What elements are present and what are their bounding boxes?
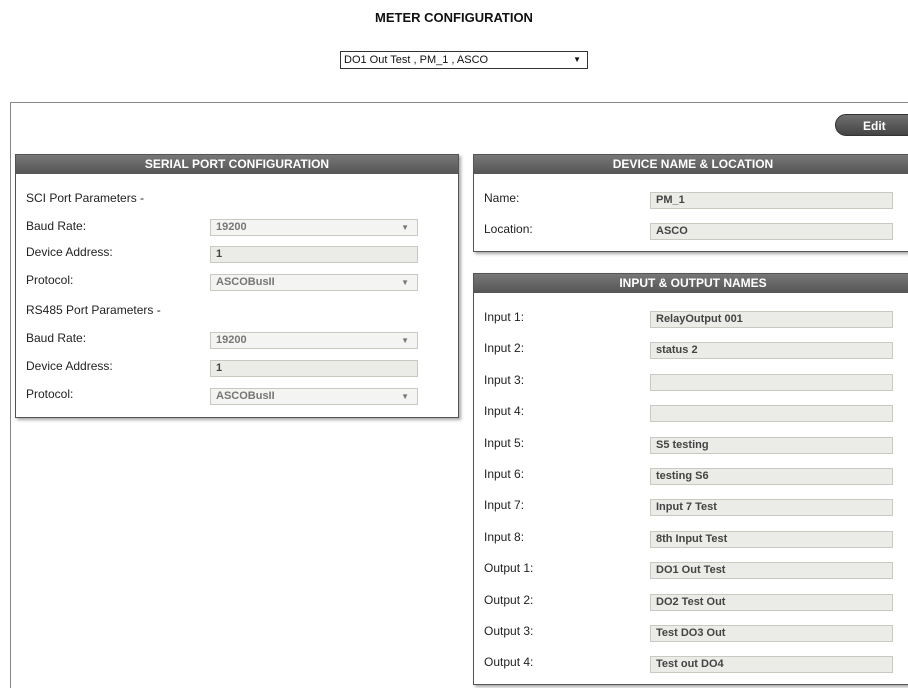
dropdown-arrow-icon: ▼ xyxy=(573,55,581,64)
rs485-address-field[interactable]: 1 xyxy=(210,360,418,377)
sci-protocol-label: Protocol: xyxy=(26,273,74,287)
device-name-label: Name: xyxy=(484,191,520,205)
io-name-field[interactable]: 8th Input Test xyxy=(650,530,893,548)
io-name-field[interactable]: DO1 Out Test xyxy=(650,562,893,580)
rs485-protocol-label: Protocol: xyxy=(26,387,74,401)
dropdown-arrow-icon: ▼ xyxy=(401,278,409,287)
io-name-value: Test out DO4 xyxy=(656,658,724,671)
io-label: Output 1: xyxy=(484,561,534,576)
io-label: Input 6: xyxy=(484,467,525,481)
sci-baud-label: Baud Rate: xyxy=(26,219,87,233)
device-name-field[interactable]: PM_1 xyxy=(650,192,893,209)
io-name-field[interactable]: Test DO3 Out xyxy=(650,625,893,642)
sci-protocol-select[interactable]: ASCOBusII ▼ xyxy=(210,274,418,291)
io-label: Input 1: xyxy=(484,310,525,324)
serial-port-header: SERIAL PORT CONFIGURATION xyxy=(16,155,458,174)
sci-address-field[interactable]: 1 xyxy=(210,246,418,263)
io-name-field[interactable]: S5 testing xyxy=(650,436,893,454)
page-title: METER CONFIGURATION xyxy=(375,10,533,25)
io-name-field[interactable] xyxy=(650,405,893,423)
device-location-field[interactable]: ASCO xyxy=(650,223,893,240)
dropdown-arrow-icon: ▼ xyxy=(401,392,409,401)
rs485-baud-select[interactable]: 19200 ▼ xyxy=(210,332,418,349)
io-name-value: status 2 xyxy=(656,344,698,357)
io-label: Input 5: xyxy=(484,435,525,450)
dropdown-arrow-icon: ▼ xyxy=(401,336,409,345)
meter-select[interactable]: DO1 Out Test , PM_1 , ASCO ▼ xyxy=(340,51,588,69)
io-name-field[interactable] xyxy=(650,373,893,391)
device-location-value: ASCO xyxy=(656,225,688,237)
io-label: Output 3: xyxy=(484,624,534,638)
rs485-section-label: RS485 Port Parameters - xyxy=(26,303,161,317)
io-label: Input 7: xyxy=(484,498,525,513)
io-name-value: DO1 Out Test xyxy=(656,564,726,577)
io-label: Input 4: xyxy=(484,404,525,419)
meter-select-value: DO1 Out Test , PM_1 , ASCO xyxy=(344,54,489,66)
io-label: Input 8: xyxy=(484,529,525,544)
io-name-value: Test DO3 Out xyxy=(656,627,726,639)
io-name-field[interactable]: testing S6 xyxy=(650,468,893,485)
device-panel: DEVICE NAME & LOCATION Name: PM_1 Locati… xyxy=(473,154,908,252)
sci-baud-value: 19200 xyxy=(216,221,247,233)
sci-baud-select[interactable]: 19200 ▼ xyxy=(210,219,418,236)
io-name-value: S5 testing xyxy=(656,438,709,451)
io-panel: INPUT & OUTPUT NAMES Input 1: RelayOutput… xyxy=(473,273,908,685)
device-location-label: Location: xyxy=(484,222,533,236)
io-name-value: DO2 Test Out xyxy=(656,595,726,608)
sci-section-label: SCI Port Parameters - xyxy=(26,191,145,205)
rs485-baud-label: Baud Rate: xyxy=(26,331,87,345)
io-label: Output 4: xyxy=(484,655,534,670)
io-header: INPUT & OUTPUT NAMES xyxy=(474,274,908,293)
io-name-field[interactable]: Input 7 Test xyxy=(650,499,893,517)
sci-address-label: Device Address: xyxy=(26,245,113,259)
sci-address-value: 1 xyxy=(216,248,223,260)
io-label: Input 3: xyxy=(484,372,525,387)
io-name-value: testing S6 xyxy=(656,470,709,482)
rs485-address-label: Device Address: xyxy=(26,359,113,373)
dropdown-arrow-icon: ▼ xyxy=(401,223,409,232)
rs485-protocol-select[interactable]: ASCOBusII ▼ xyxy=(210,388,418,405)
io-name-value: RelayOutput 001 xyxy=(656,313,743,325)
io-name-field[interactable]: status 2 xyxy=(650,342,893,360)
rs485-address-value: 1 xyxy=(216,362,223,374)
io-label: Output 2: xyxy=(484,592,534,607)
io-label: Input 2: xyxy=(484,341,525,356)
device-header: DEVICE NAME & LOCATION xyxy=(474,155,908,174)
io-name-value: Input 7 Test xyxy=(656,501,717,514)
io-name-field[interactable]: DO2 Test Out xyxy=(650,593,893,611)
device-name-value: PM_1 xyxy=(656,194,685,206)
rs485-baud-value: 19200 xyxy=(216,334,247,346)
edit-button[interactable]: Edit xyxy=(835,114,908,136)
io-name-value: 8th Input Test xyxy=(656,532,728,545)
serial-port-panel: SERIAL PORT CONFIGURATION SCI Port Param… xyxy=(15,154,459,418)
sci-protocol-value: ASCOBusII xyxy=(216,276,275,288)
io-name-field[interactable]: Test out DO4 xyxy=(650,656,893,674)
rs485-protocol-value: ASCOBusII xyxy=(216,390,275,402)
io-name-field[interactable]: RelayOutput 001 xyxy=(650,311,893,328)
